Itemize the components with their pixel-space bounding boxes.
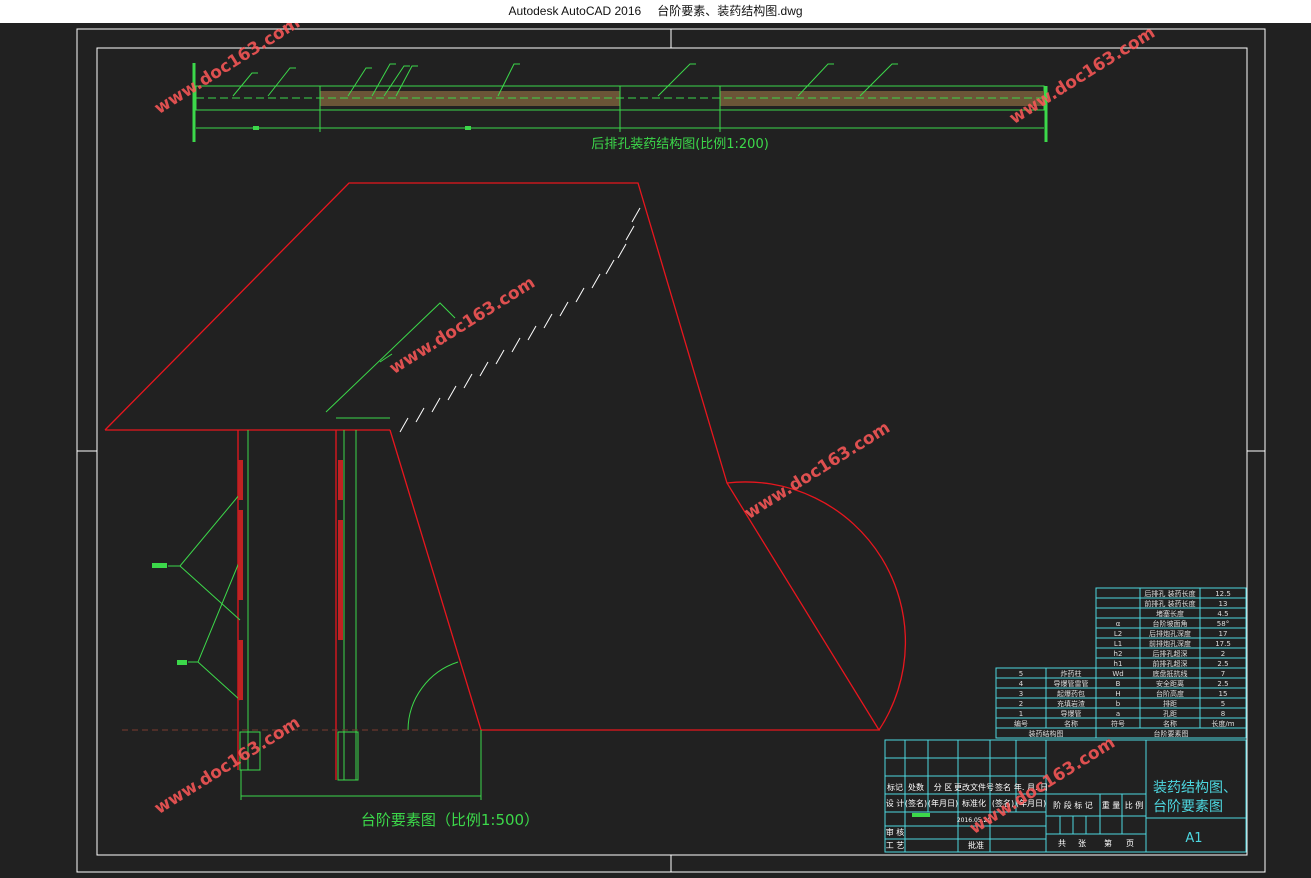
legend-name: 起爆药包 [1057,689,1085,698]
param-symbol: L1 [1114,640,1122,648]
legend-name: 炸药柱 [1061,669,1082,678]
cad-drawing: 后排孔装药结构图(比例1:200) 台阶要素图（比例1:500） 后排孔 装药长… [76,23,1266,873]
tb-standard-label: 标准化 [962,798,986,808]
bench-drawing-title: 台阶要素图（比例1:500） [361,811,539,829]
param-name: 后排炮孔深度 [1149,629,1191,638]
param-symbol: H [1115,690,1120,698]
param-symbol: b [1116,700,1121,708]
param-symbol: L2 [1114,630,1122,638]
param-value: 8 [1221,710,1225,718]
legend-number: 1 [1019,710,1023,718]
param-symbol: a [1116,710,1120,718]
param-name: 安全距离 [1156,679,1184,688]
tb-approve-label: 批准 [968,840,984,850]
param-name: 前排孔超深 [1153,659,1188,668]
tb-process-label: 工 艺 [886,841,905,850]
param-value: 13 [1219,600,1228,608]
param-name: 后排孔 装药长度 [1144,589,1195,598]
app-title: Autodesk AutoCAD 2016 [508,4,642,18]
title-block: 标记 处数 分 区 更改文件号 签名 年. 月. 日 设 计 (签名) (年月日… [884,739,1247,853]
tb-header-zone: 分 区 [934,783,953,792]
tb-sheet-unit: 张 [1078,839,1086,848]
legend-name: 充填岩渣 [1057,699,1085,708]
param-value: 2 [1221,650,1225,658]
param-name: 前排孔 装药长度 [1144,599,1195,608]
param-value: 长度/m [1211,719,1234,728]
param-symbol: h2 [1114,650,1123,658]
watermark-text: www.doc163.com [1006,23,1159,129]
legend-number: 3 [1019,690,1023,698]
param-name: 堵塞长度 [1156,609,1184,618]
param-name: 排距 [1163,699,1177,708]
tb-sheet-page: 页 [1126,839,1134,848]
tb-header-change-doc: 更改文件号 [954,782,994,792]
charge-structure-drawing: 后排孔装药结构图(比例1:200) [192,63,1048,152]
charge-drawing-title: 后排孔装药结构图(比例1:200) [591,137,769,152]
param-value: 2.5 [1217,660,1228,668]
sheet-size: A1 [1185,831,1202,846]
bench-element-drawing: 台阶要素图（比例1:500） [104,182,907,829]
legend-table-caption: 装药结构图 [1029,729,1064,738]
tb-design-label: 设 计 [886,798,905,808]
param-symbol: 符号 [1111,719,1125,728]
param-name: 前排炮孔深度 [1149,639,1191,648]
watermark-text: www.doc163.com [151,713,304,819]
legend-name: 名称 [1064,719,1078,728]
param-name: 孔距 [1163,710,1177,718]
watermark-text: www.doc163.com [741,418,894,524]
param-name: 台阶高度 [1156,689,1184,698]
legend-table: 5 炸药柱 4 导爆管雷管 3 起爆药包 2 充填岩渣 1 导爆管编号 名称装药结构图 [995,667,1097,739]
drawing-name-line1: 装药结构图、 [1153,780,1237,796]
param-value: 7 [1221,670,1225,678]
legend-name: 导爆管 [1061,709,1082,718]
param-name: 名称 [1163,719,1177,728]
tb-scale: 比 例 [1125,800,1144,810]
param-name: 后排孔超深 [1153,649,1188,658]
watermark-text: www.doc163.com [386,273,539,379]
tb-design-date: (年月日) [928,798,958,808]
drawing-canvas[interactable]: 后排孔装药结构图(比例1:200) 台阶要素图（比例1:500） 后排孔 装药长… [0,23,1311,878]
param-symbol: B [1116,680,1121,688]
param-value: 17 [1219,630,1228,638]
legend-number: 编号 [1014,719,1028,728]
tb-sheet-total: 共 [1058,839,1066,848]
param-value: 5 [1221,700,1225,708]
param-value: 58° [1217,620,1229,628]
param-value: 17.5 [1215,640,1231,648]
param-name: 台阶坡面角 [1153,619,1188,628]
drawing-name-line2: 台阶要素图 [1153,799,1223,815]
param-symbol: α [1116,620,1121,628]
param-name: 底盘抵抗线 [1153,669,1188,678]
legend-number: 4 [1019,680,1024,688]
param-value: 2.5 [1217,680,1228,688]
parameter-table: 后排孔 装药长度 12.5 前排孔 装药长度 13 堵塞长度 4.5 α 台阶坡面角 58° L2… [1095,587,1247,739]
param-value: 12.5 [1215,590,1231,598]
watermark-text: www.doc163.com [151,23,304,119]
param-value: 15 [1219,690,1228,698]
tb-stage-mark: 阶 段 标 记 [1053,800,1093,810]
tb-header-sign: 签名 [995,782,1011,792]
param-symbol: h1 [1114,660,1123,668]
legend-number: 5 [1019,670,1023,678]
param-value: 4.5 [1217,610,1228,618]
legend-name: 导爆管雷管 [1054,679,1089,688]
tb-sheet-no: 第 [1104,838,1112,848]
tb-review-label: 审 核 [886,827,905,837]
legend-number: 2 [1019,700,1023,708]
tb-header-mark: 标记 [887,782,903,792]
tb-design-sign: (签名) [905,798,927,808]
param-table-caption: 台阶要素图 [1154,729,1189,738]
window-title-bar: Autodesk AutoCAD 2016 台阶要素、装药结构图.dwg [0,0,1311,23]
file-name: 台阶要素、装药结构图.dwg [657,4,803,18]
tb-header-count: 处数 [908,782,924,792]
param-symbol: Wd [1112,670,1123,678]
tb-weight: 重 量 [1102,800,1121,810]
